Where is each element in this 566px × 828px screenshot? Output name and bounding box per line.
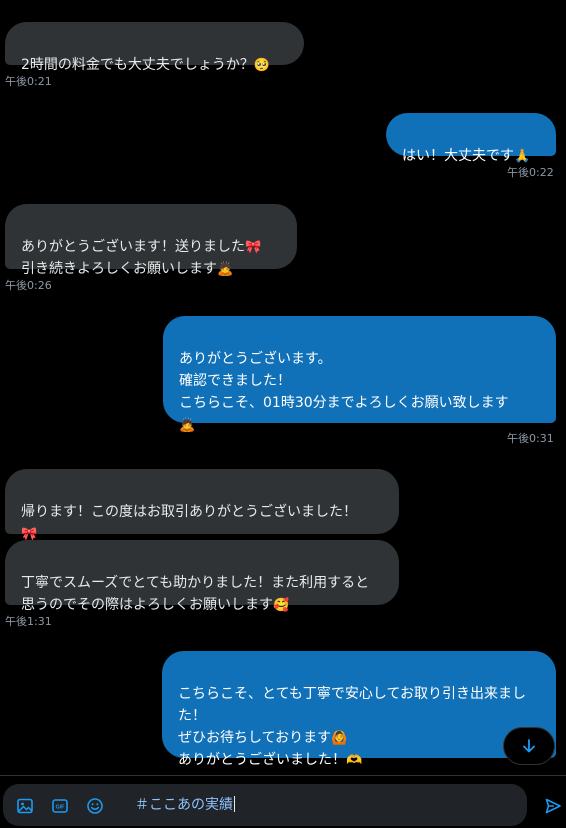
heart-hands-emoji-icon: 🫶 [346,753,363,768]
ok-gesture-emoji-icon: 🙆 [331,731,348,746]
message-text: ありがとうございました！ [178,752,346,768]
gif-icon[interactable]: GIF [50,796,70,816]
message-text: 帰ります！この度はお取引ありがとうございました！ [21,504,357,520]
text-caret [234,796,235,812]
arrow-down-icon [523,739,535,753]
message-bubble-incoming[interactable]: ありがとうございます！送りました🎀 引き続きよろしくお願いします🙇 [5,204,297,277]
message-input[interactable]: ＃ここあの実績 [135,796,235,814]
message-text: 引き続きよろしくお願いします [21,261,217,277]
message-timestamp: 午後0:21 [5,75,52,88]
message-bubble-incoming[interactable]: 帰ります！この度はお取引ありがとうございました！ 🎀 [5,469,399,541]
message-bubble-incoming[interactable]: 丁寧でスムーズでとても助かりました！また利用すると思うのでその際はよろしくお願い… [5,540,399,613]
message-bubble-outgoing[interactable]: ありがとうございます。 確認できました！ こちらこそ、01時30分までよろしくお… [163,316,556,432]
folded-hands-emoji-icon: 🙏 [514,149,531,164]
send-icon[interactable] [543,796,563,816]
message-input-value: ＃ここあの実績 [135,797,233,813]
message-text: 2時間の料金でも大丈夫でしょうか？ [21,57,254,73]
message-bubble-incoming[interactable]: 2時間の料金でも大丈夫でしょうか？🥺 [5,22,304,73]
pleading-face-emoji-icon: 🥺 [253,58,271,73]
bowing-person-emoji-icon: 🙇 [217,262,234,277]
scroll-to-bottom-button[interactable] [503,727,555,765]
message-text: 丁寧でスムーズでとても助かりました！また利用すると思うのでその際はよろしくお願い… [21,575,370,613]
message-bubble-outgoing[interactable]: こちらこそ、とても丁寧で安心してお取り引き出来ました！ ぜひお待ちしております🙆… [162,651,556,768]
svg-text:GIF: GIF [56,805,65,811]
message-composer: GIF ＃ここあの実績 [0,775,566,828]
message-timestamp: 午後0:31 [507,432,554,445]
message-text: こちらこそ、とても丁寧で安心してお取り引き出来ました！ ぜひお待ちしております [178,686,527,746]
ribbon-emoji-icon: 🎀 [245,240,262,255]
message-text: ありがとうございます。 確認できました！ こちらこそ、01時30分までよろしくお… [179,351,509,411]
message-timestamp: 午後0:26 [5,279,52,292]
message-timestamp: 午後1:31 [5,615,52,628]
image-icon[interactable] [15,796,35,816]
message-bubble-outgoing[interactable]: はい！大丈夫です🙏 [386,113,556,164]
message-timestamp: 午後0:22 [507,166,554,179]
bowing-person-emoji-icon: 🙇 [179,418,196,433]
message-text: はい！大丈夫です [402,148,514,164]
message-text: ありがとうございます！送りました [21,239,245,255]
emoji-icon[interactable] [85,796,105,816]
smiling-hearts-emoji-icon: 🥰 [273,598,290,613]
composer-box: GIF ＃ここあの実績 [3,784,527,826]
